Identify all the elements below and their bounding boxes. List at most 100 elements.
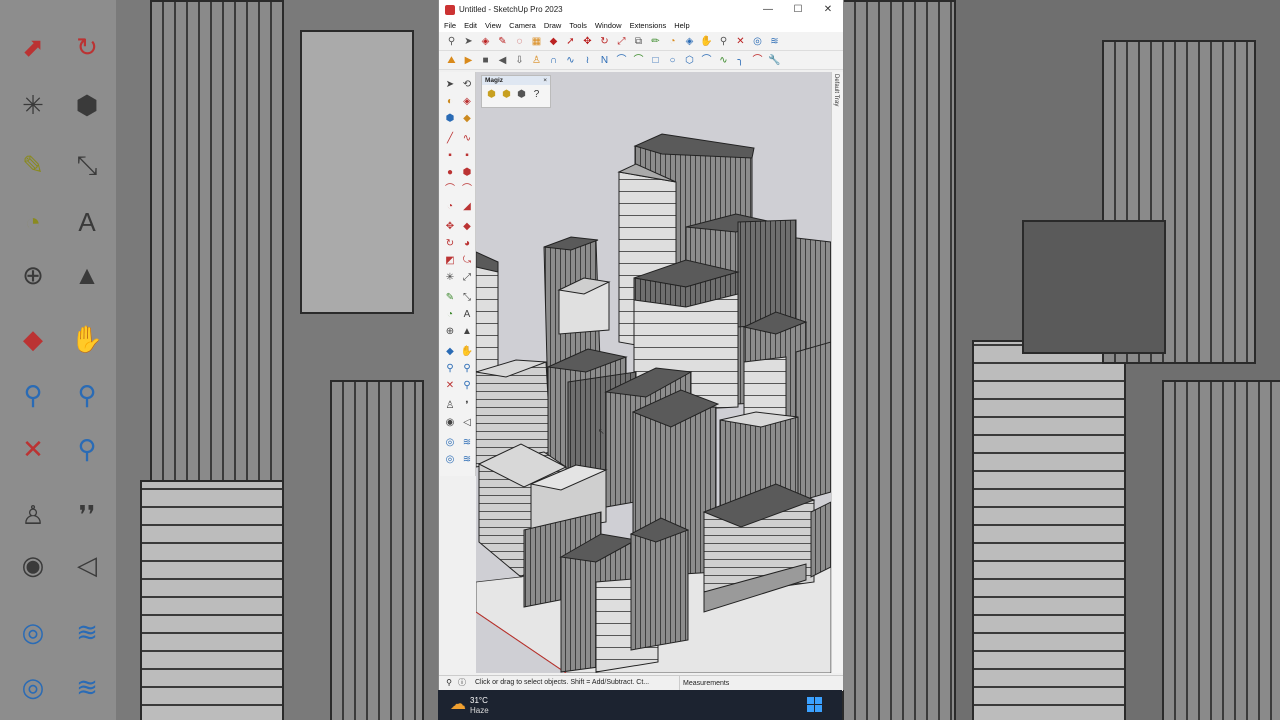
- menu-window[interactable]: Window: [595, 21, 622, 30]
- rotate-icon[interactable]: ↻: [598, 35, 611, 48]
- rectangle-tool-icon[interactable]: ▪: [443, 149, 457, 163]
- component-icon[interactable]: ⬢: [443, 112, 457, 126]
- offset-icon[interactable]: ⧉: [632, 35, 645, 48]
- info-icon[interactable]: ⓘ: [457, 678, 467, 688]
- eraser-icon[interactable]: ◈: [479, 35, 492, 48]
- pan-icon[interactable]: ✋: [700, 35, 713, 48]
- extension-icon[interactable]: ≋: [460, 436, 474, 450]
- arc2-icon[interactable]: ⌒: [700, 54, 713, 67]
- rectangle-icon[interactable]: □: [649, 54, 662, 67]
- spline-icon[interactable]: ∿: [564, 54, 577, 67]
- warehouse-icon[interactable]: ◎: [443, 436, 457, 450]
- arc-icon[interactable]: Ν: [598, 54, 611, 67]
- scale-tool-icon[interactable]: ◩: [443, 254, 457, 268]
- geolocation-icon[interactable]: ⚲: [444, 678, 454, 688]
- scale-icon[interactable]: ⤢: [615, 35, 628, 48]
- zoom-window-icon[interactable]: ⚲: [460, 362, 474, 376]
- circle2-icon[interactable]: ○: [666, 54, 679, 67]
- protractor-tool-icon[interactable]: ◔: [443, 308, 457, 322]
- move-tool-icon[interactable]: ✥: [443, 220, 457, 234]
- weather-icon[interactable]: ☁: [450, 696, 468, 714]
- menu-help[interactable]: Help: [674, 21, 689, 30]
- move-icon[interactable]: ✥: [581, 35, 594, 48]
- menu-tools[interactable]: Tools: [569, 21, 587, 30]
- tape-tool-icon[interactable]: ✎: [443, 291, 457, 305]
- cube-icon[interactable]: ⬢: [516, 88, 527, 101]
- sandbox-icon[interactable]: ⛰: [445, 54, 458, 67]
- zoom-icon[interactable]: ⚲: [717, 35, 730, 48]
- help-icon[interactable]: ?: [531, 88, 542, 101]
- close-button[interactable]: ✕: [813, 0, 843, 19]
- paint-bucket-icon[interactable]: ◐: [443, 95, 457, 109]
- axes-tool-icon[interactable]: ✳: [443, 271, 457, 285]
- walk-icon[interactable]: ◎: [751, 35, 764, 48]
- line-tool-icon[interactable]: ╱: [443, 132, 457, 146]
- polygon-tool-icon[interactable]: ⬢: [460, 166, 474, 180]
- look-around-icon[interactable]: ◉: [443, 416, 457, 430]
- box-icon[interactable]: ⬢: [486, 88, 497, 101]
- previous-view-icon[interactable]: ⚲: [460, 379, 474, 393]
- section-tool-icon[interactable]: ⤢: [460, 271, 474, 285]
- menu-extensions[interactable]: Extensions: [630, 21, 667, 30]
- box-gear-icon[interactable]: ⬢: [501, 88, 512, 101]
- arc2-tool-icon[interactable]: ⌒: [460, 183, 474, 197]
- zoom-extents-icon[interactable]: ✕: [734, 35, 747, 48]
- section-icon[interactable]: ≋: [768, 35, 781, 48]
- lasso-icon[interactable]: ◌: [513, 35, 526, 48]
- polygon-icon[interactable]: ⌒: [632, 54, 645, 67]
- zoom-extents-tool-icon[interactable]: ✕: [443, 379, 457, 393]
- menu-edit[interactable]: Edit: [464, 21, 477, 30]
- menu-view[interactable]: View: [485, 21, 501, 30]
- minimize-button[interactable]: —: [753, 0, 783, 19]
- person-icon[interactable]: ♙: [530, 54, 543, 67]
- menu-file[interactable]: File: [444, 21, 456, 30]
- look-icon[interactable]: ◁: [460, 416, 474, 430]
- push-pull-tool-icon[interactable]: ◆: [460, 220, 474, 234]
- freehand-tool-icon[interactable]: ∿: [460, 132, 474, 146]
- maximize-button[interactable]: ☐: [783, 0, 813, 19]
- select-tool-icon[interactable]: ➤: [443, 78, 457, 92]
- orbit-icon[interactable]: ◈: [683, 35, 696, 48]
- wrench-icon[interactable]: 🔧: [768, 54, 781, 67]
- default-tray-strip[interactable]: Default Tray: [831, 72, 843, 673]
- select-icon[interactable]: ➤: [462, 35, 475, 48]
- position-camera-icon[interactable]: ♙: [443, 399, 457, 413]
- push-icon[interactable]: ⇩: [513, 54, 526, 67]
- 3d-text-icon[interactable]: ▲: [460, 325, 474, 339]
- stop-icon[interactable]: ■: [479, 54, 492, 67]
- magiz-close-icon[interactable]: ×: [543, 76, 547, 85]
- freehand-icon[interactable]: ≀: [581, 54, 594, 67]
- layout-icon[interactable]: ≋: [460, 453, 474, 467]
- follow-me-tool-icon[interactable]: ◕: [460, 237, 474, 251]
- search-icon[interactable]: ⚲: [445, 35, 458, 48]
- text-tool-icon[interactable]: A: [460, 308, 474, 322]
- rotated-rect-icon[interactable]: ▪: [460, 149, 474, 163]
- arc-tool-icon[interactable]: ⌒: [443, 183, 457, 197]
- fillet-icon[interactable]: ╮: [734, 54, 747, 67]
- dimension-tool-icon[interactable]: ⤡: [460, 291, 474, 305]
- zoom-tool-icon[interactable]: ⚲: [443, 362, 457, 376]
- axes2-tool-icon[interactable]: ⊕: [443, 325, 457, 339]
- pan-tool-icon[interactable]: ✋: [460, 345, 474, 359]
- back-icon[interactable]: ◀: [496, 54, 509, 67]
- rotate-tool-icon[interactable]: ↻: [443, 237, 457, 251]
- arc3-tool-icon[interactable]: ◢: [460, 200, 474, 214]
- paint-icon[interactable]: ▦: [530, 35, 543, 48]
- protractor-icon[interactable]: ◔: [666, 35, 679, 48]
- tape-icon[interactable]: ✏: [649, 35, 662, 48]
- push-pull-icon[interactable]: ◆: [547, 35, 560, 48]
- circle-tool-icon[interactable]: ●: [443, 166, 457, 180]
- orbit2-tool-icon[interactable]: ◆: [443, 345, 457, 359]
- measurements-box[interactable]: Measurements: [679, 676, 729, 691]
- menu-draw[interactable]: Draw: [544, 21, 562, 30]
- tag-icon[interactable]: ◆: [460, 112, 474, 126]
- menu-camera[interactable]: Camera: [509, 21, 536, 30]
- polygon2-icon[interactable]: ⬡: [683, 54, 696, 67]
- bezier-icon[interactable]: ∿: [717, 54, 730, 67]
- extend-icon[interactable]: ⌒: [751, 54, 764, 67]
- circle-icon[interactable]: ⌒: [615, 54, 628, 67]
- eraser-tool-icon[interactable]: ◈: [460, 95, 474, 109]
- model-viewport[interactable]: ↖: [476, 72, 831, 673]
- orbit-tool-icon[interactable]: ⟲: [460, 78, 474, 92]
- pie-tool-icon[interactable]: ◔: [443, 200, 457, 214]
